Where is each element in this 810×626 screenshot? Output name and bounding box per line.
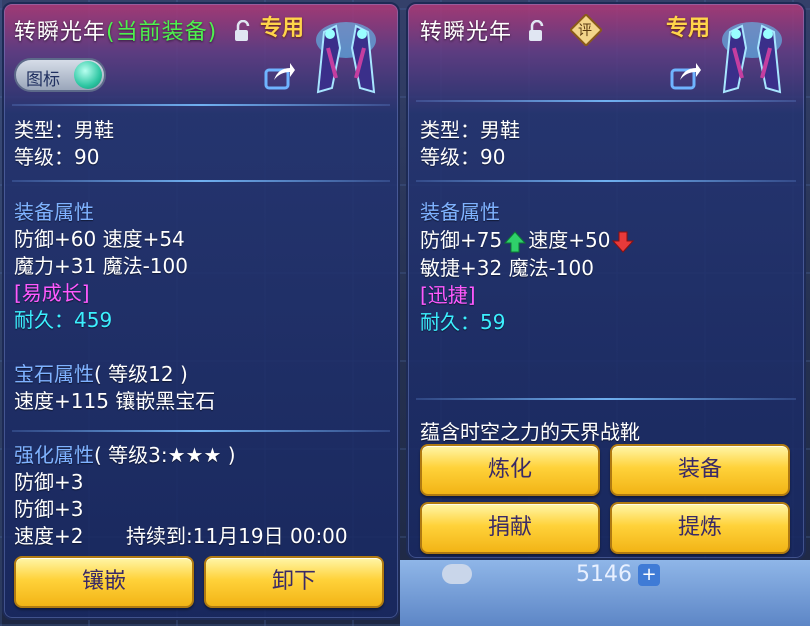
enhance-attr-heading: 强化属性: [14, 443, 94, 467]
equip-attr-heading: 装备属性: [420, 200, 500, 224]
refine-button[interactable]: 炼化: [420, 444, 600, 496]
compare-item-tooltip: 转瞬光年 评 专用 类型：男鞋 等级：90 装备属性 防御+75 速度+50 敏捷…: [406, 2, 806, 560]
toggle-knob-icon: [74, 61, 102, 89]
divider: [416, 398, 796, 400]
durability: 耐久：459: [14, 308, 113, 332]
divider: [12, 104, 390, 106]
logo-toggle[interactable]: 图标: [14, 58, 106, 92]
inlay-button[interactable]: 镶嵌: [14, 556, 194, 608]
attr-line-2: 敏捷+32 魔法-100: [420, 256, 594, 280]
lock-open-icon[interactable]: [528, 20, 546, 42]
item-type: 类型：男鞋: [14, 118, 114, 142]
enhance-attr-row: 强化属性( 等级3:★★★ ): [14, 439, 236, 468]
boots-item-icon: [722, 22, 782, 94]
special-effect: [易成长]: [14, 281, 90, 305]
share-icon[interactable]: [264, 60, 296, 90]
attr-line-1: 防御+60 速度+54: [14, 227, 185, 251]
attr-line-1: 防御+75 速度+50: [420, 224, 636, 254]
equip-button[interactable]: 装备: [610, 444, 790, 496]
currency-bar: 5146 +: [400, 560, 810, 626]
enhance-duration: 持续到:11月19日 00:00: [126, 524, 348, 548]
lock-open-icon[interactable]: [234, 20, 252, 42]
item-type: 类型：男鞋: [420, 118, 520, 142]
divider: [416, 180, 796, 182]
divider: [12, 430, 390, 432]
divider: [12, 180, 390, 182]
gem-attr-heading: 宝石属性: [14, 362, 94, 386]
gem-attr-row: 宝石属性( 等级12 ): [14, 358, 188, 387]
share-icon[interactable]: [670, 60, 702, 90]
appraise-label: 评: [578, 23, 592, 39]
defense-value: 防御+75: [420, 228, 503, 252]
currency-icon: [442, 564, 472, 584]
attr-line-2: 魔力+31 魔法-100: [14, 254, 188, 278]
donate-button[interactable]: 捐献: [420, 502, 600, 554]
gem-level: ( 等级12 ): [94, 362, 188, 386]
item-title: 转瞬光年(当前装备): [14, 14, 217, 46]
divider: [416, 100, 796, 102]
enhance-line-3: 速度+2: [14, 524, 84, 548]
unequip-button[interactable]: 卸下: [204, 556, 384, 608]
durability: 耐久：59: [420, 310, 506, 334]
gem-line: 速度+115 镶嵌黑宝石: [14, 389, 216, 413]
speed-value: 速度+50: [528, 228, 611, 252]
enhance-line-1: 防御+3: [14, 470, 84, 494]
special-effect: [迅捷]: [420, 283, 476, 307]
exclusive-tag: 专用: [260, 16, 305, 41]
item-level: 等级：90: [14, 145, 100, 169]
currency-value: 5146: [576, 562, 632, 587]
enhance-line-2: 防御+3: [14, 497, 84, 521]
item-name: 转瞬光年: [14, 20, 107, 45]
current-equip-tag: (当前装备): [106, 20, 218, 45]
item-title: 转瞬光年: [420, 14, 512, 46]
extract-button[interactable]: 提炼: [610, 502, 790, 554]
equipped-item-tooltip: 转瞬光年(当前装备) 专用 图标 类型：男鞋 等级：90 装备属性 防御+60 …: [2, 2, 400, 620]
exclusive-tag: 专用: [666, 16, 711, 41]
item-name: 转瞬光年: [420, 20, 513, 45]
equip-attr-heading: 装备属性: [14, 200, 94, 224]
item-description: 蕴含时空之力的天界战靴: [420, 420, 640, 444]
item-level: 等级：90: [420, 145, 506, 169]
arrow-up-icon: [504, 230, 527, 252]
logo-toggle-label: 图标: [26, 70, 60, 90]
arrow-down-icon: [612, 231, 635, 253]
enhance-level: ( 等级3:★★★ ): [94, 443, 236, 467]
boots-item-icon: [316, 22, 376, 94]
add-currency-button[interactable]: +: [638, 564, 660, 586]
